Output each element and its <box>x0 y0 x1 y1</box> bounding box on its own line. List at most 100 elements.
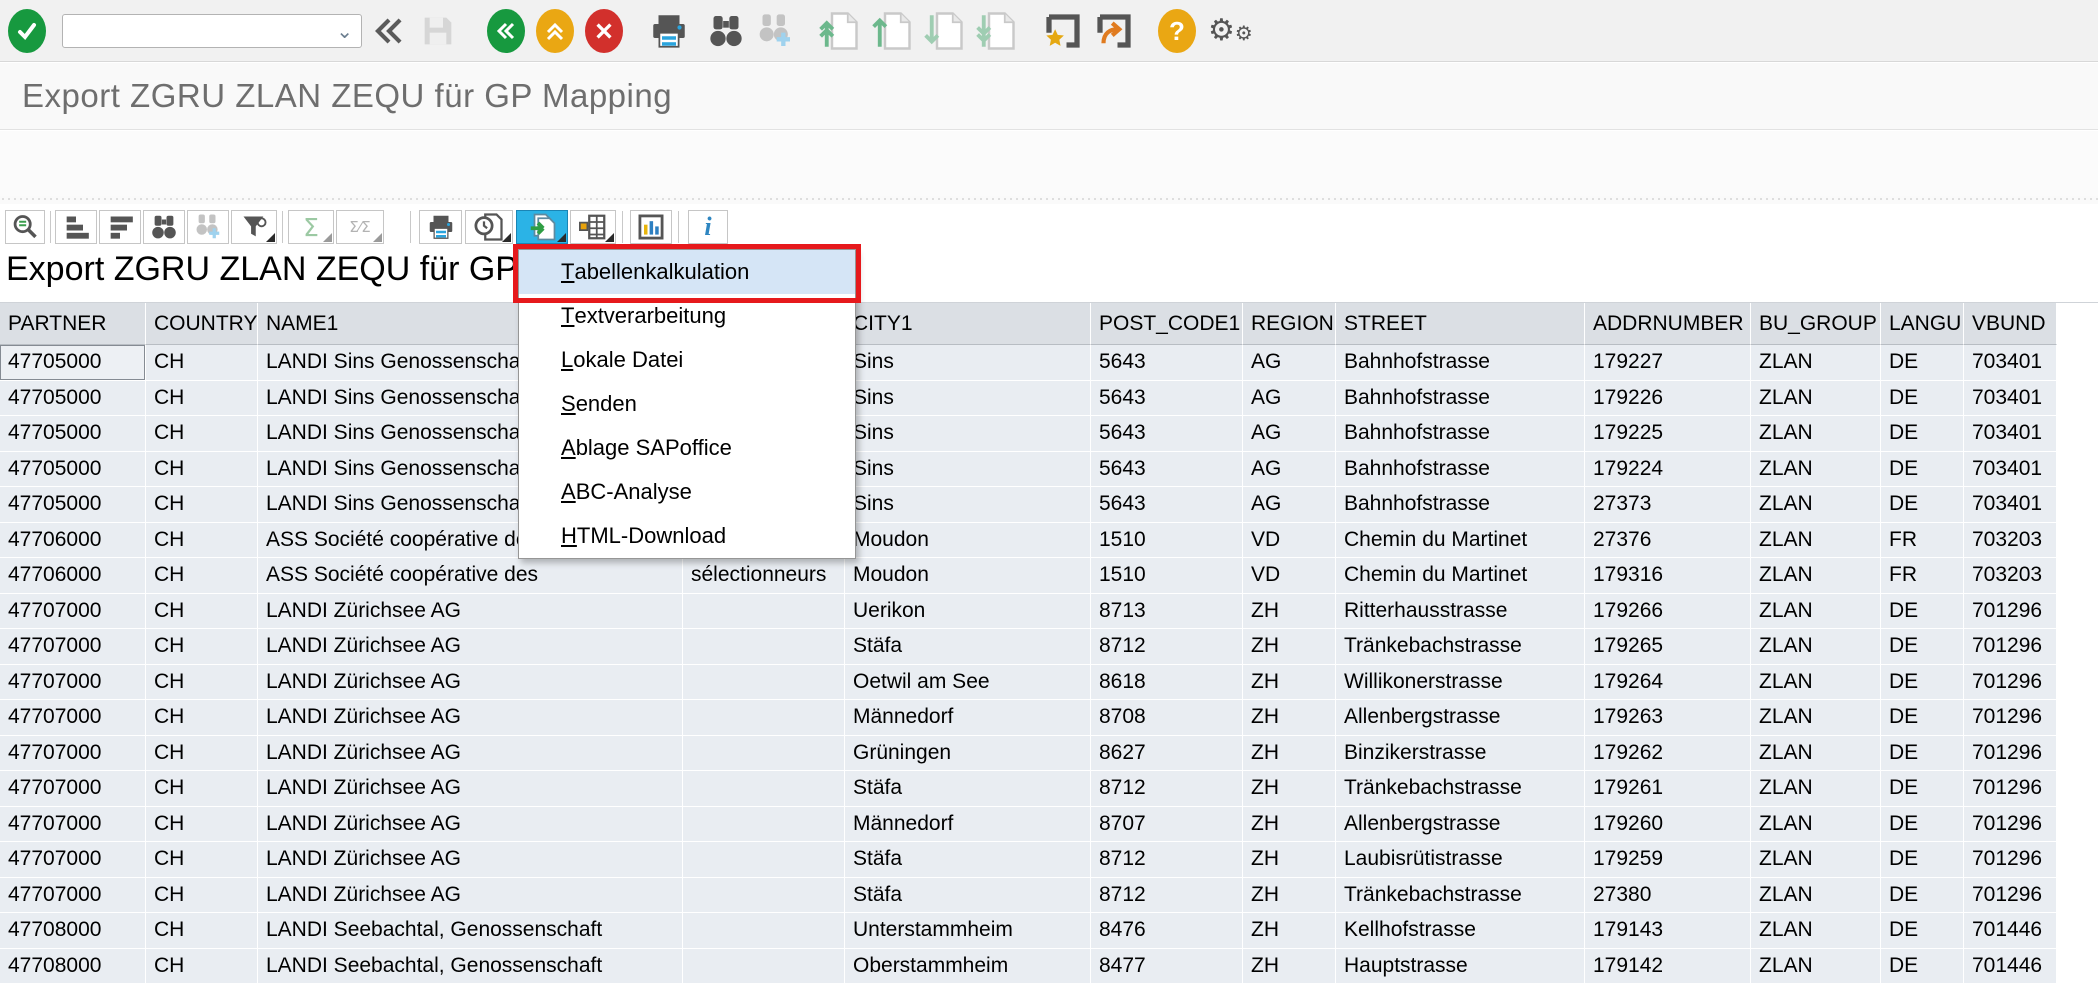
table-cell[interactable]: ZH <box>1243 913 1336 949</box>
table-cell[interactable]: DE <box>1881 416 1964 452</box>
table-cell[interactable]: Grüningen <box>845 736 1091 772</box>
table-cell[interactable]: sélectionneurs <box>683 558 845 594</box>
table-cell[interactable]: DE <box>1881 807 1964 843</box>
table-cell[interactable]: VD <box>1243 558 1336 594</box>
table-cell[interactable]: Chemin du Martinet <box>1336 523 1585 559</box>
table-cell[interactable]: Sins <box>845 345 1091 381</box>
new-session-button[interactable] <box>1042 9 1084 53</box>
table-cell[interactable]: Tränkebachstrasse <box>1336 629 1585 665</box>
table-cell[interactable]: CH <box>146 594 258 630</box>
last-page-button[interactable] <box>975 9 1017 53</box>
table-cell[interactable]: CH <box>146 771 258 807</box>
choose-layout-button[interactable] <box>570 210 616 244</box>
table-cell[interactable]: Tränkebachstrasse <box>1336 771 1585 807</box>
table-cell[interactable]: 179265 <box>1585 629 1751 665</box>
table-cell[interactable]: ZLAN <box>1751 416 1881 452</box>
cancel-button[interactable] <box>585 9 623 53</box>
table-cell[interactable]: 47705000 <box>0 487 146 523</box>
find-grid-button[interactable] <box>143 210 185 244</box>
table-cell[interactable]: 179226 <box>1585 381 1751 417</box>
table-cell[interactable]: 27380 <box>1585 878 1751 914</box>
table-cell[interactable]: CH <box>146 345 258 381</box>
table-cell[interactable]: 47705000 <box>0 345 146 381</box>
graphic-button[interactable] <box>630 210 672 244</box>
table-cell[interactable]: DE <box>1881 913 1964 949</box>
column-header-country[interactable]: COUNTRY <box>146 303 258 345</box>
table-cell[interactable]: Oberstammheim <box>845 949 1091 984</box>
table-cell[interactable]: ZH <box>1243 629 1336 665</box>
table-cell[interactable]: CH <box>146 416 258 452</box>
table-cell[interactable]: 47707000 <box>0 771 146 807</box>
views-button[interactable] <box>465 210 513 244</box>
filter-button[interactable] <box>231 210 277 244</box>
sort-ascending-button[interactable] <box>55 210 97 244</box>
table-cell[interactable]: 701296 <box>1964 842 2057 878</box>
table-cell[interactable]: LANDI Zürichsee AG <box>258 807 683 843</box>
table-cell[interactable]: LANDI Zürichsee AG <box>258 842 683 878</box>
table-cell[interactable]: 701296 <box>1964 771 2057 807</box>
table-cell[interactable]: Bahnhofstrasse <box>1336 345 1585 381</box>
table-cell[interactable]: DE <box>1881 452 1964 488</box>
table-cell[interactable]: 1510 <box>1091 558 1243 594</box>
table-cell[interactable]: DE <box>1881 842 1964 878</box>
table-cell[interactable]: 47705000 <box>0 416 146 452</box>
column-header-vbund[interactable]: VBUND <box>1964 303 2057 345</box>
table-cell[interactable]: ZH <box>1243 700 1336 736</box>
table-cell[interactable]: 703401 <box>1964 381 2057 417</box>
table-cell[interactable] <box>683 594 845 630</box>
table-cell[interactable]: 47705000 <box>0 452 146 488</box>
table-cell[interactable]: 1510 <box>1091 523 1243 559</box>
table-cell[interactable]: ZLAN <box>1751 345 1881 381</box>
exit-button[interactable] <box>536 9 574 53</box>
table-cell[interactable]: 701296 <box>1964 665 2057 701</box>
back-button[interactable] <box>487 9 525 53</box>
table-cell[interactable]: Bahnhofstrasse <box>1336 416 1585 452</box>
table-cell[interactable]: ZLAN <box>1751 452 1881 488</box>
table-cell[interactable]: DE <box>1881 629 1964 665</box>
table-cell[interactable]: CH <box>146 381 258 417</box>
table-cell[interactable]: 179143 <box>1585 913 1751 949</box>
table-cell[interactable]: LANDI Zürichsee AG <box>258 878 683 914</box>
table-cell[interactable]: CH <box>146 629 258 665</box>
table-cell[interactable]: DE <box>1881 736 1964 772</box>
table-cell[interactable]: Stäfa <box>845 771 1091 807</box>
customize-button[interactable]: ⚙⚙ <box>1208 9 1253 53</box>
table-cell[interactable]: Sins <box>845 452 1091 488</box>
table-cell[interactable]: LANDI Zürichsee AG <box>258 594 683 630</box>
table-cell[interactable]: 179224 <box>1585 452 1751 488</box>
page-up-button[interactable] <box>871 9 913 53</box>
table-cell[interactable]: Moudon <box>845 558 1091 594</box>
table-cell[interactable]: ZH <box>1243 807 1336 843</box>
info-button[interactable]: i <box>688 210 728 244</box>
table-cell[interactable]: CH <box>146 807 258 843</box>
table-cell[interactable]: CH <box>146 452 258 488</box>
table-cell[interactable]: ZLAN <box>1751 594 1881 630</box>
table-cell[interactable]: DE <box>1881 949 1964 984</box>
table-cell[interactable] <box>683 665 845 701</box>
table-cell[interactable]: Allenbergstrasse <box>1336 700 1585 736</box>
table-cell[interactable]: 47708000 <box>0 949 146 984</box>
table-cell[interactable]: LANDI Zürichsee AG <box>258 736 683 772</box>
table-cell[interactable]: 5643 <box>1091 416 1243 452</box>
table-cell[interactable]: CH <box>146 842 258 878</box>
table-cell[interactable]: ZH <box>1243 842 1336 878</box>
details-button[interactable] <box>5 210 45 244</box>
table-cell[interactable]: FR <box>1881 523 1964 559</box>
table-cell[interactable]: CH <box>146 665 258 701</box>
sum-button[interactable]: Σ <box>288 210 334 244</box>
first-page-button[interactable] <box>818 9 860 53</box>
table-cell[interactable]: 47706000 <box>0 558 146 594</box>
table-cell[interactable]: 701296 <box>1964 594 2057 630</box>
table-cell[interactable]: ZLAN <box>1751 665 1881 701</box>
table-cell[interactable]: 27376 <box>1585 523 1751 559</box>
print-grid-button[interactable] <box>419 210 462 244</box>
table-cell[interactable]: 8627 <box>1091 736 1243 772</box>
table-cell[interactable]: ZLAN <box>1751 771 1881 807</box>
column-header-partner[interactable]: PARTNER <box>0 303 146 345</box>
table-cell[interactable]: Uerikon <box>845 594 1091 630</box>
table-cell[interactable]: 8712 <box>1091 878 1243 914</box>
table-cell[interactable]: 8476 <box>1091 913 1243 949</box>
table-cell[interactable]: LANDI Zürichsee AG <box>258 700 683 736</box>
menu-item-abc-analyse[interactable]: ABC-Analyse <box>519 470 855 514</box>
table-cell[interactable]: 27373 <box>1585 487 1751 523</box>
